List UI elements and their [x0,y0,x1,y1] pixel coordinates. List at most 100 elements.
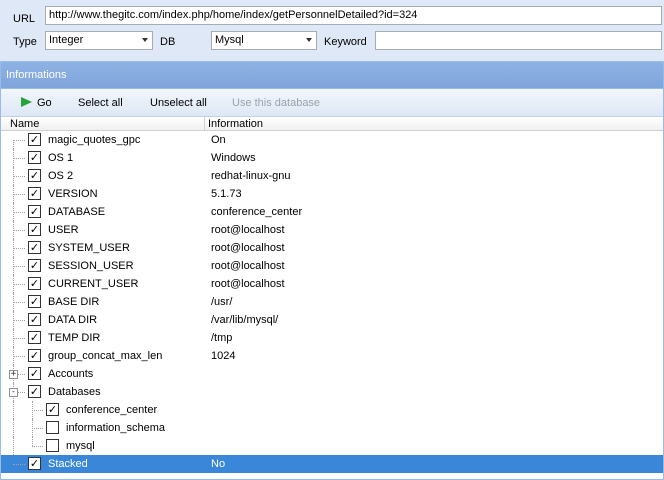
row-checkbox[interactable]: ✓ [28,169,41,182]
row-information: No [211,458,226,470]
tree-row[interactable]: ✓ DATA DIR/var/lib/mysql/ [1,311,663,329]
type-label: Type [13,36,37,48]
row-name: BASE DIR [48,296,100,308]
tree-connector [13,284,25,285]
go-button[interactable]: Go [21,97,52,109]
row-checkbox[interactable]: ✓ [28,259,41,272]
tree-connector [13,338,25,339]
row-checkbox[interactable]: ✓ [28,151,41,164]
tree-row[interactable]: ✓ SYSTEM_USER root@localhost [1,239,663,257]
tree-row[interactable]: ✓ DATABASE conference_center [1,203,663,221]
keyword-input[interactable] [375,31,662,50]
column-information-header[interactable]: Information [208,118,263,130]
row-information: 5.1.73 [211,188,242,200]
tree-connector [32,437,33,446]
tree-row[interactable]: ✓ conference_center [1,401,663,419]
go-label: Go [37,97,52,109]
tree-connector [13,437,14,455]
tree-row[interactable]: ✓ USER root@localhost [1,221,663,239]
row-information: /var/lib/mysql/ [211,314,279,326]
row-checkbox[interactable] [46,439,59,452]
tree-connector [13,176,25,177]
tree-row[interactable]: + ✓ Accounts [1,365,663,383]
row-name: DATABASE [48,206,106,218]
tree-connector [13,203,14,221]
row-information: root@localhost [211,242,285,254]
row-checkbox[interactable]: ✓ [28,223,41,236]
grid-header: Name Information [1,117,663,131]
row-name: mysql [66,440,95,452]
tree-connector [13,329,14,347]
row-checkbox[interactable]: ✓ [46,403,59,416]
row-name: SESSION_USER [48,260,134,272]
tree-row[interactable]: information_schema [1,419,663,437]
tree-connector [32,419,33,437]
informations-panel: Informations Go Select all Unselect all … [0,61,664,480]
tree-connector [13,320,25,321]
tree-connector [13,239,14,257]
row-name: information_schema [66,422,166,434]
tree-connector [32,401,33,419]
tree-row[interactable]: ✓ VERSION 5.1.73 [1,185,663,203]
play-icon [21,97,32,107]
row-checkbox[interactable]: ✓ [28,241,41,254]
column-name-header[interactable]: Name [10,118,39,130]
row-information: root@localhost [211,260,285,272]
tree-row[interactable]: ✓ OS 2 redhat-linux-gnu [1,167,663,185]
tree-row[interactable]: ✓ BASE DIR/usr/ [1,293,663,311]
row-name: Stacked [48,458,88,470]
tree-row[interactable]: ✓ group_concat_max_len 1024 [1,347,663,365]
db-select[interactable]: Mysql [211,31,317,50]
row-name: magic_quotes_gpc [48,134,141,146]
tree-row[interactable]: ✓ magic_quotes_gpc On [1,131,663,149]
row-checkbox[interactable]: ✓ [28,277,41,290]
row-checkbox[interactable]: ✓ [28,133,41,146]
row-information: On [211,134,226,146]
tree-connector [32,446,43,447]
tree-row[interactable]: - ✓ Databases [1,383,663,401]
row-name: USER [48,224,79,236]
row-checkbox[interactable]: ✓ [28,331,41,344]
select-all-button[interactable]: Select all [78,97,123,109]
tree-connector [13,257,14,275]
tree-connector [13,347,14,365]
tree-row[interactable]: ✓ Stacked No [1,455,663,473]
row-checkbox[interactable]: ✓ [28,367,41,380]
row-checkbox[interactable]: ✓ [28,457,41,470]
use-database-button[interactable]: Use this database [232,97,320,109]
toolbar: Go Select all Unselect all Use this data… [1,89,663,117]
row-name: DATA DIR [48,314,98,326]
tree-connector [13,158,25,159]
tree-connector [13,401,14,419]
tree-connector [13,275,14,293]
row-checkbox[interactable]: ✓ [28,385,41,398]
tree-connector [13,230,25,231]
row-checkbox[interactable]: ✓ [28,313,41,326]
row-information: /usr/ [211,296,233,308]
collapse-icon[interactable]: - [9,388,18,397]
db-label: DB [160,36,176,48]
row-checkbox[interactable]: ✓ [28,187,41,200]
row-information: 1024 [211,350,236,362]
expand-icon[interactable]: + [9,370,18,379]
tree-connector [13,221,14,239]
tree-row[interactable]: ✓ SESSION_USER root@localhost [1,257,663,275]
row-name: group_concat_max_len [48,350,163,362]
url-input[interactable]: http://www.thegitc.com/index.php/home/in… [45,6,662,25]
tree-connector [13,185,14,203]
unselect-all-button[interactable]: Unselect all [150,97,207,109]
chevron-down-icon [142,38,148,42]
tree-row[interactable]: ✓ TEMP DIR/tmp [1,329,663,347]
row-checkbox[interactable]: ✓ [28,295,41,308]
row-checkbox[interactable]: ✓ [28,349,41,362]
tree-row[interactable]: mysql [1,437,663,455]
tree-connector [13,149,14,167]
tree-connector [13,167,14,185]
type-select[interactable]: Integer [45,31,153,50]
row-name: OS 2 [48,170,74,182]
tree-row[interactable]: ✓ CURRENT_USER root@localhost [1,275,663,293]
tree-row[interactable]: ✓ OS 1 Windows [1,149,663,167]
column-divider[interactable] [204,117,205,131]
row-checkbox[interactable]: ✓ [28,205,41,218]
row-checkbox[interactable] [46,421,59,434]
